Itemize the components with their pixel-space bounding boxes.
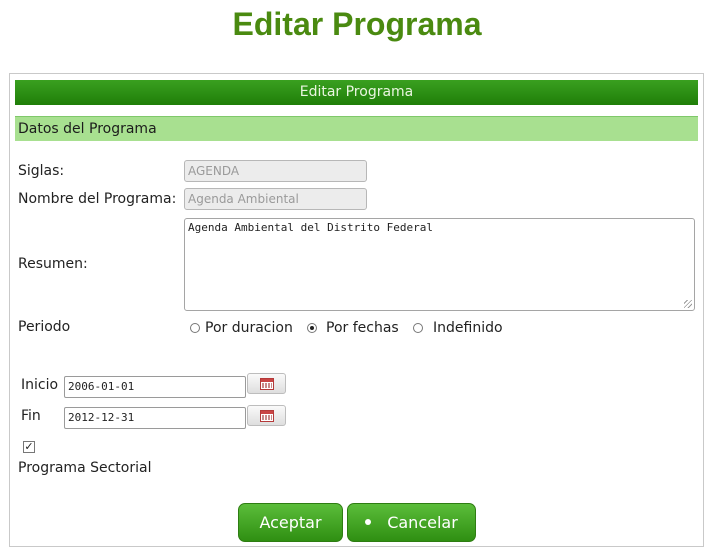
panel-header: Editar Programa (15, 80, 698, 105)
start-date-input[interactable]: 2006-01-01 (64, 376, 246, 398)
start-date-label: Inicio (21, 377, 59, 393)
end-date-calendar-button[interactable] (247, 405, 286, 426)
period-label: Periodo (18, 319, 71, 335)
edit-program-panel: Editar Programa Datos del Programa Sigla… (9, 73, 704, 547)
accept-button[interactable]: Aceptar (238, 503, 343, 542)
summary-label: Resumen: (18, 256, 88, 272)
radio-por-duracion-label: Por duracion (205, 320, 293, 336)
radio-por-duracion[interactable] (190, 323, 200, 333)
program-name-label: Nombre del Programa: (18, 191, 177, 207)
program-name-field[interactable]: Agenda Ambiental (184, 188, 367, 210)
sectorial-label: Programa Sectorial (18, 460, 152, 476)
sectorial-checkbox[interactable]: ✓ (23, 441, 35, 453)
checkmark-icon: ✓ (24, 440, 34, 453)
calendar-icon (260, 378, 274, 390)
summary-textarea[interactable]: Agenda Ambiental del Distrito Federal (184, 218, 695, 311)
resize-grip-icon[interactable] (684, 300, 692, 308)
cancel-button-label: Cancelar (387, 513, 458, 532)
radio-indefinido[interactable] (413, 323, 423, 333)
summary-text: Agenda Ambiental del Distrito Federal (188, 221, 434, 234)
page-title: Editar Programa (232, 6, 482, 42)
start-date-calendar-button[interactable] (247, 373, 286, 394)
radio-por-fechas-label: Por fechas (326, 320, 399, 336)
focus-dot-icon (365, 518, 372, 525)
cancel-button[interactable]: Cancelar (347, 503, 476, 542)
end-date-label: Fin (21, 408, 41, 424)
calendar-icon (260, 410, 274, 422)
end-date-input[interactable]: 2012-12-31 (64, 407, 246, 429)
siglas-label: Siglas: (18, 163, 65, 179)
section-header: Datos del Programa (15, 116, 698, 141)
siglas-field[interactable]: AGENDA (184, 160, 367, 182)
radio-indefinido-label: Indefinido (433, 320, 503, 336)
radio-por-fechas[interactable] (307, 323, 317, 333)
